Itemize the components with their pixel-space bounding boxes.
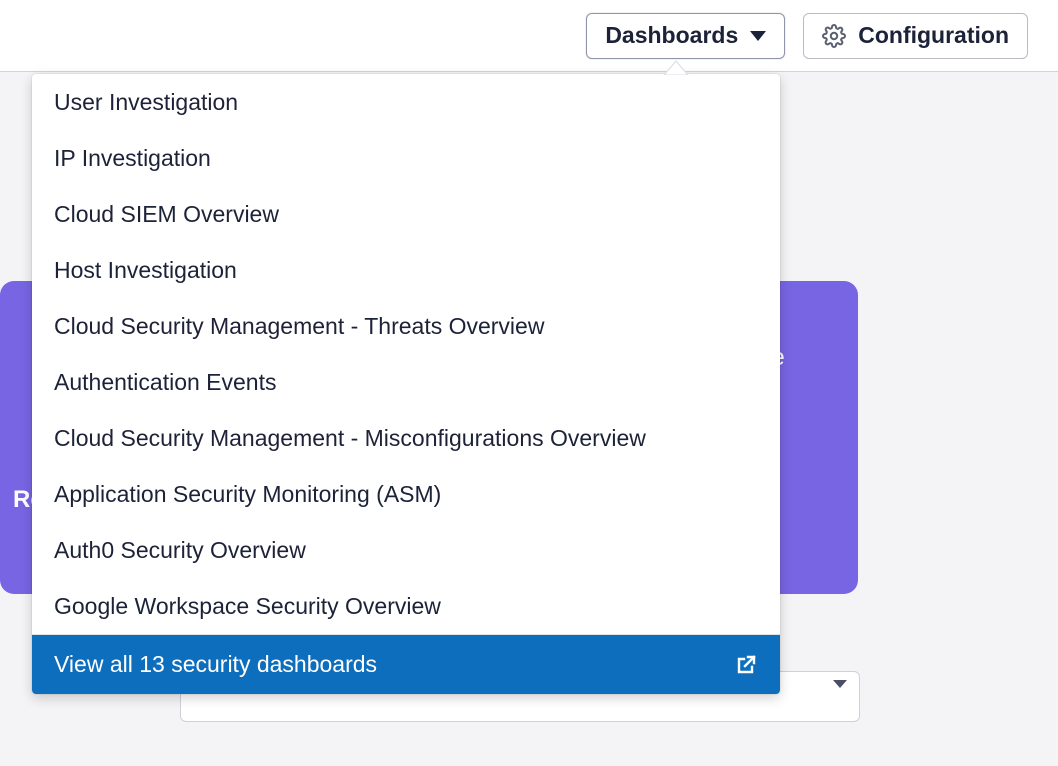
dropdown-item-label: IP Investigation bbox=[54, 145, 211, 171]
dropdown-item-csm-misconfigurations[interactable]: Cloud Security Management - Misconfigura… bbox=[32, 410, 780, 466]
dashboards-button[interactable]: Dashboards bbox=[586, 13, 785, 59]
dropdown-item-user-investigation[interactable]: User Investigation bbox=[32, 74, 780, 130]
dropdown-item-google-workspace[interactable]: Google Workspace Security Overview bbox=[32, 578, 780, 634]
dropdown-item-auth0[interactable]: Auth0 Security Overview bbox=[32, 522, 780, 578]
dropdown-item-label: Authentication Events bbox=[54, 369, 276, 395]
dropdown-item-label: Google Workspace Security Overview bbox=[54, 593, 441, 619]
top-toolbar: Dashboards Configuration bbox=[0, 0, 1058, 72]
dropdown-item-csm-threats[interactable]: Cloud Security Management - Threats Over… bbox=[32, 298, 780, 354]
external-link-icon bbox=[734, 653, 758, 677]
dropdown-item-cloud-siem-overview[interactable]: Cloud SIEM Overview bbox=[32, 186, 780, 242]
dropdown-item-label: Auth0 Security Overview bbox=[54, 537, 306, 563]
dropdown-item-label: Host Investigation bbox=[54, 257, 237, 283]
dropdown-footer-view-all[interactable]: View all 13 security dashboards bbox=[32, 635, 780, 694]
dropdown-item-ip-investigation[interactable]: IP Investigation bbox=[32, 130, 780, 186]
dropdown-item-authentication-events[interactable]: Authentication Events bbox=[32, 354, 780, 410]
dashboards-dropdown-panel: User Investigation IP Investigation Clou… bbox=[32, 74, 780, 694]
dropdown-item-host-investigation[interactable]: Host Investigation bbox=[32, 242, 780, 298]
dashboards-button-label: Dashboards bbox=[605, 22, 738, 49]
popover-arrow bbox=[662, 59, 690, 75]
configuration-button-label: Configuration bbox=[858, 22, 1009, 49]
dropdown-item-label: Cloud Security Management - Threats Over… bbox=[54, 313, 544, 339]
dropdown-item-label: Cloud Security Management - Misconfigura… bbox=[54, 425, 646, 451]
caret-down-icon bbox=[833, 688, 847, 706]
dropdown-footer-label: View all 13 security dashboards bbox=[54, 651, 377, 678]
configuration-button[interactable]: Configuration bbox=[803, 13, 1028, 59]
dropdown-item-asm[interactable]: Application Security Monitoring (ASM) bbox=[32, 466, 780, 522]
dropdown-item-label: Application Security Monitoring (ASM) bbox=[54, 481, 441, 507]
gear-icon bbox=[822, 24, 846, 48]
dropdown-item-label: Cloud SIEM Overview bbox=[54, 201, 279, 227]
dropdown-item-label: User Investigation bbox=[54, 89, 238, 115]
caret-down-icon bbox=[750, 31, 766, 41]
